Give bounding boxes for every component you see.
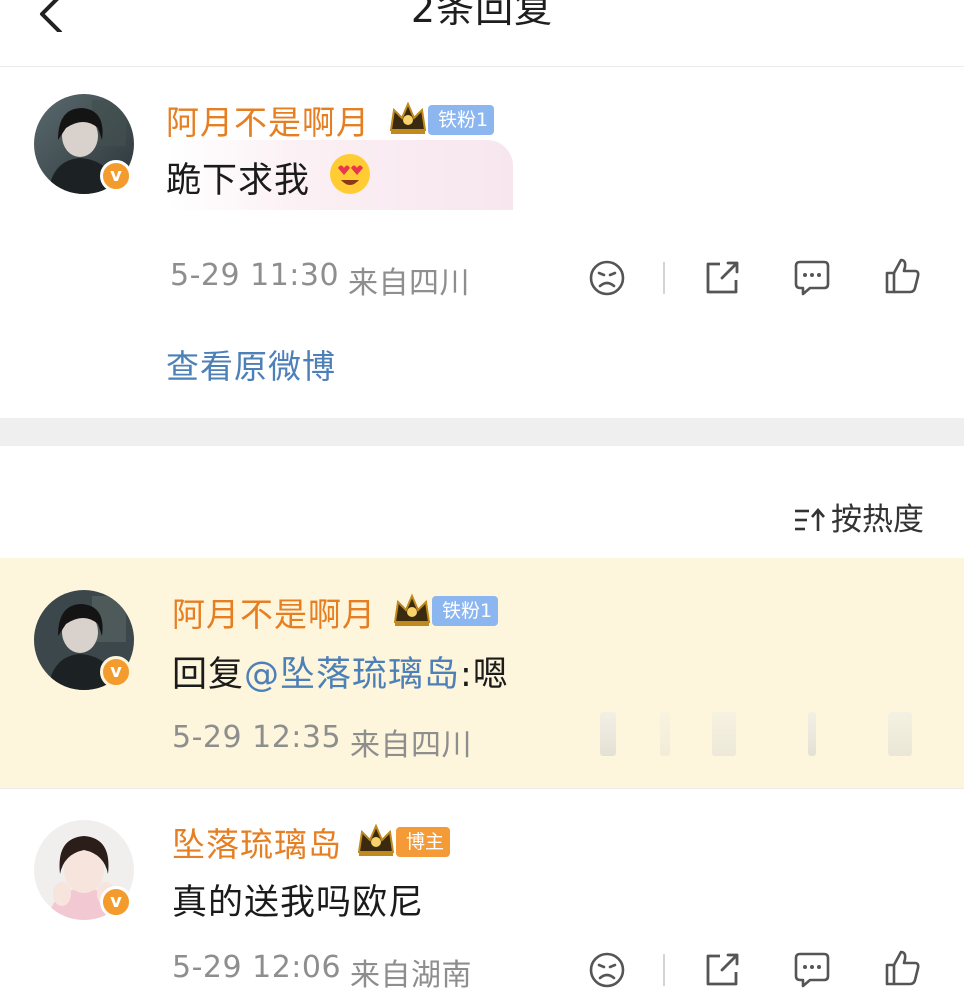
view-original-link[interactable]: 查看原微博 (166, 340, 336, 388)
fan-badge: 铁粉1 (428, 105, 495, 135)
reply-location: 来自四川 (350, 728, 472, 763)
mention-link[interactable]: @坠落琉璃岛 (244, 655, 460, 695)
reply-prefix: 回复 (172, 655, 245, 695)
host-badge: 博主 (396, 827, 451, 857)
comment-text: 跪下求我 (166, 161, 311, 201)
sort-button[interactable]: 按热度 (793, 494, 924, 539)
reply-body: :嗯 (460, 655, 509, 695)
like-icon[interactable] (882, 948, 922, 988)
comment-icon[interactable] (792, 258, 832, 298)
comment-location: 来自四川 (348, 266, 470, 301)
action-separator (663, 262, 665, 294)
avatar[interactable]: v (34, 820, 134, 920)
reply-author-name[interactable]: 坠落琉璃岛 (172, 818, 342, 866)
row-divider (0, 788, 964, 789)
comment-author-name[interactable]: 阿月不是啊月 (166, 96, 370, 144)
sort-label: 按热度 (831, 502, 924, 538)
crown-icon (357, 823, 395, 856)
loading-placeholder (712, 712, 736, 756)
comment-icon[interactable] (792, 950, 832, 990)
reply-author-name[interactable]: 阿月不是啊月 (172, 588, 376, 636)
action-separator (663, 954, 665, 986)
dislike-face-icon[interactable] (587, 950, 627, 990)
crown-icon (393, 593, 431, 626)
comment-time: 5-29 11:30 (170, 258, 340, 293)
reply-text: 真的送我吗欧尼 (172, 883, 425, 923)
avatar[interactable]: v (34, 94, 134, 194)
like-icon[interactable] (882, 256, 922, 296)
reply-text: 回复@坠落琉璃岛:嗯 (172, 646, 509, 697)
emoji-heart-eyes-icon (330, 154, 370, 194)
loading-placeholder (660, 712, 670, 756)
loading-placeholder (808, 712, 816, 756)
share-icon[interactable] (702, 258, 742, 298)
top-bar: 2条回复 (0, 0, 964, 67)
verified-badge: v (100, 886, 132, 918)
crown-icon (389, 101, 427, 134)
dislike-face-icon[interactable] (587, 258, 627, 298)
loading-placeholder (600, 712, 616, 756)
reply-location: 来自湖南 (350, 958, 472, 993)
section-gap (0, 418, 964, 446)
verified-badge: v (100, 656, 132, 688)
loading-placeholder (888, 712, 912, 756)
fan-badge: 铁粉1 (432, 596, 499, 626)
share-icon[interactable] (702, 950, 742, 990)
page-title: 2条回复 (410, 0, 554, 31)
sort-icon (795, 508, 825, 531)
verified-badge: v (100, 160, 132, 192)
reply-time: 5-29 12:06 (172, 950, 342, 985)
reply-time: 5-29 12:35 (172, 720, 342, 755)
avatar[interactable]: v (34, 590, 134, 690)
